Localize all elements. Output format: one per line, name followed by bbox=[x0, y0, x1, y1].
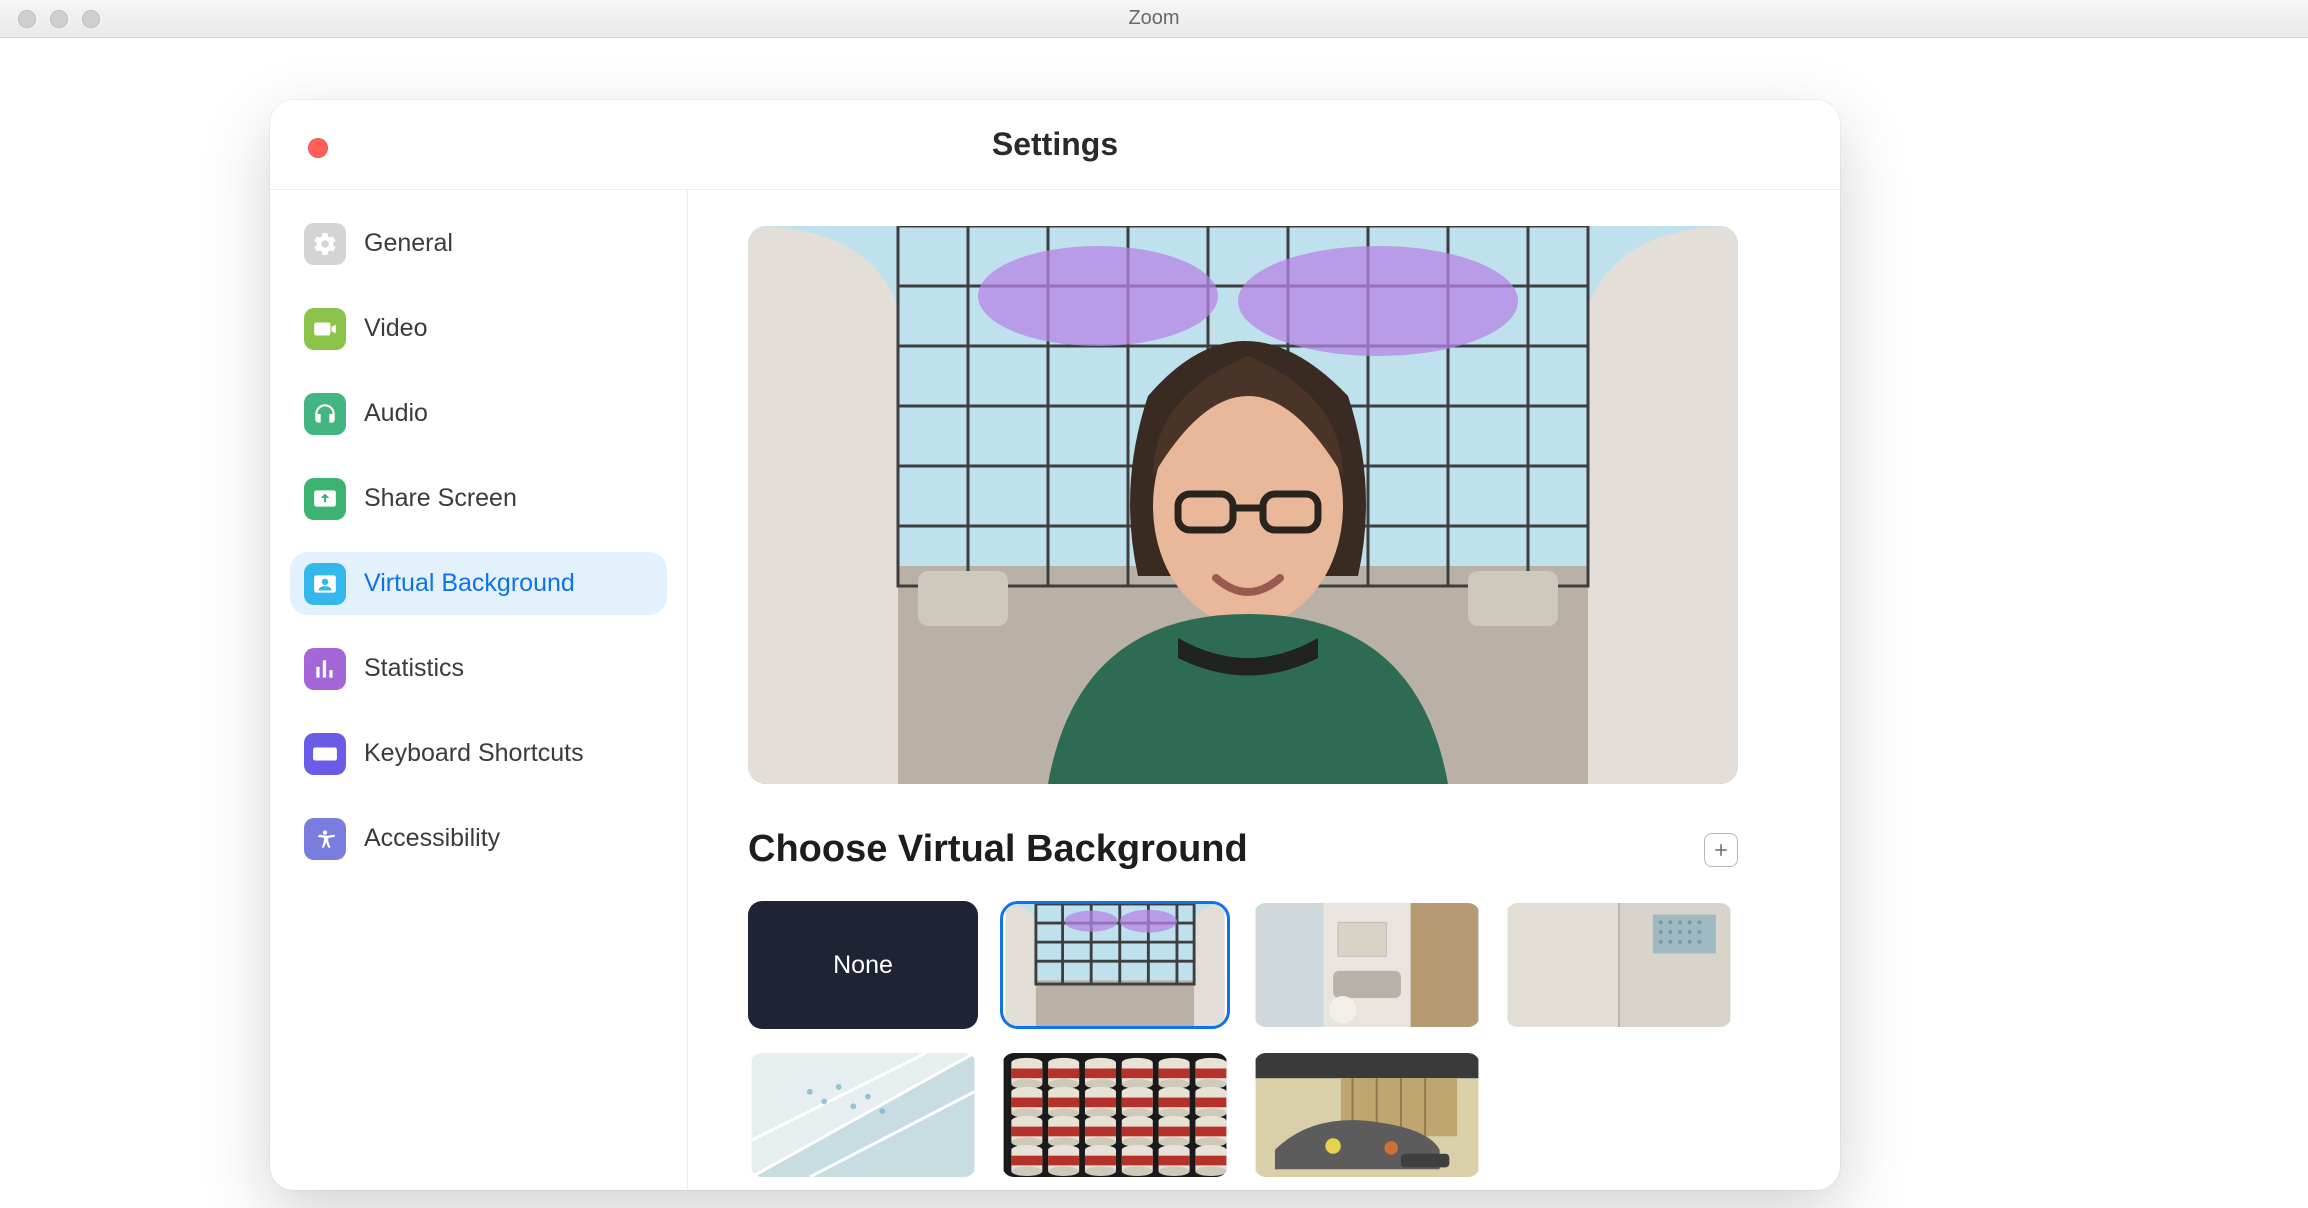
thumb-motor-oil-cans[interactable] bbox=[1000, 1051, 1230, 1179]
virtual-background-panel: Choose Virtual Background None bbox=[688, 190, 1840, 1190]
sidebar-item-label: Keyboard Shortcuts bbox=[364, 739, 584, 768]
sidebar-item-share-screen[interactable]: Share Screen bbox=[290, 467, 667, 530]
thumb-glass-ceiling[interactable] bbox=[748, 1051, 978, 1179]
thumb-concrete-wall[interactable] bbox=[1504, 901, 1734, 1029]
app-content: Settings General Video bbox=[0, 38, 2308, 1208]
modal-title: Settings bbox=[992, 126, 1118, 163]
headphones-icon bbox=[304, 393, 346, 435]
choose-title: Choose Virtual Background bbox=[748, 828, 1248, 871]
video-icon bbox=[304, 308, 346, 350]
person-card-icon bbox=[304, 563, 346, 605]
window-title: Zoom bbox=[0, 7, 2308, 30]
modal-header: Settings bbox=[270, 100, 1840, 190]
background-thumbnails: None bbox=[748, 901, 1753, 1179]
sidebar-item-label: Statistics bbox=[364, 654, 464, 683]
modal-body: General Video Audio bbox=[270, 190, 1840, 1190]
settings-modal: Settings General Video bbox=[270, 100, 1840, 1190]
sidebar-item-label: Virtual Background bbox=[364, 569, 575, 598]
sidebar-item-audio[interactable]: Audio bbox=[290, 382, 667, 445]
sidebar-item-general[interactable]: General bbox=[290, 212, 667, 275]
sidebar-item-accessibility[interactable]: Accessibility bbox=[290, 807, 667, 870]
thumb-lounge-sofa[interactable] bbox=[1252, 1051, 1482, 1179]
thumb-lobby-atrium[interactable] bbox=[1000, 901, 1230, 1029]
sidebar-item-statistics[interactable]: Statistics bbox=[290, 637, 667, 700]
sidebar-item-label: Accessibility bbox=[364, 824, 500, 853]
share-screen-icon bbox=[304, 478, 346, 520]
sidebar-item-label: Audio bbox=[364, 399, 428, 428]
choose-row: Choose Virtual Background bbox=[748, 828, 1738, 871]
sidebar-item-label: General bbox=[364, 229, 453, 258]
add-background-button[interactable] bbox=[1704, 833, 1738, 867]
keyboard-icon bbox=[304, 733, 346, 775]
thumb-none[interactable]: None bbox=[748, 901, 978, 1029]
sidebar-item-label: Share Screen bbox=[364, 484, 517, 513]
sidebar-item-video[interactable]: Video bbox=[290, 297, 667, 360]
macos-titlebar: Zoom bbox=[0, 0, 2308, 38]
thumb-modern-interior[interactable] bbox=[1252, 901, 1482, 1029]
sidebar-item-virtual-background[interactable]: Virtual Background bbox=[290, 552, 667, 615]
video-preview bbox=[748, 226, 1738, 784]
modal-close-dot[interactable] bbox=[308, 138, 328, 158]
gear-icon bbox=[304, 223, 346, 265]
chart-icon bbox=[304, 648, 346, 690]
plus-icon bbox=[1712, 841, 1730, 859]
settings-sidebar: General Video Audio bbox=[270, 190, 688, 1190]
accessibility-icon bbox=[304, 818, 346, 860]
sidebar-item-label: Video bbox=[364, 314, 428, 343]
sidebar-item-keyboard-shortcuts[interactable]: Keyboard Shortcuts bbox=[290, 722, 667, 785]
thumb-none-label: None bbox=[833, 951, 893, 980]
